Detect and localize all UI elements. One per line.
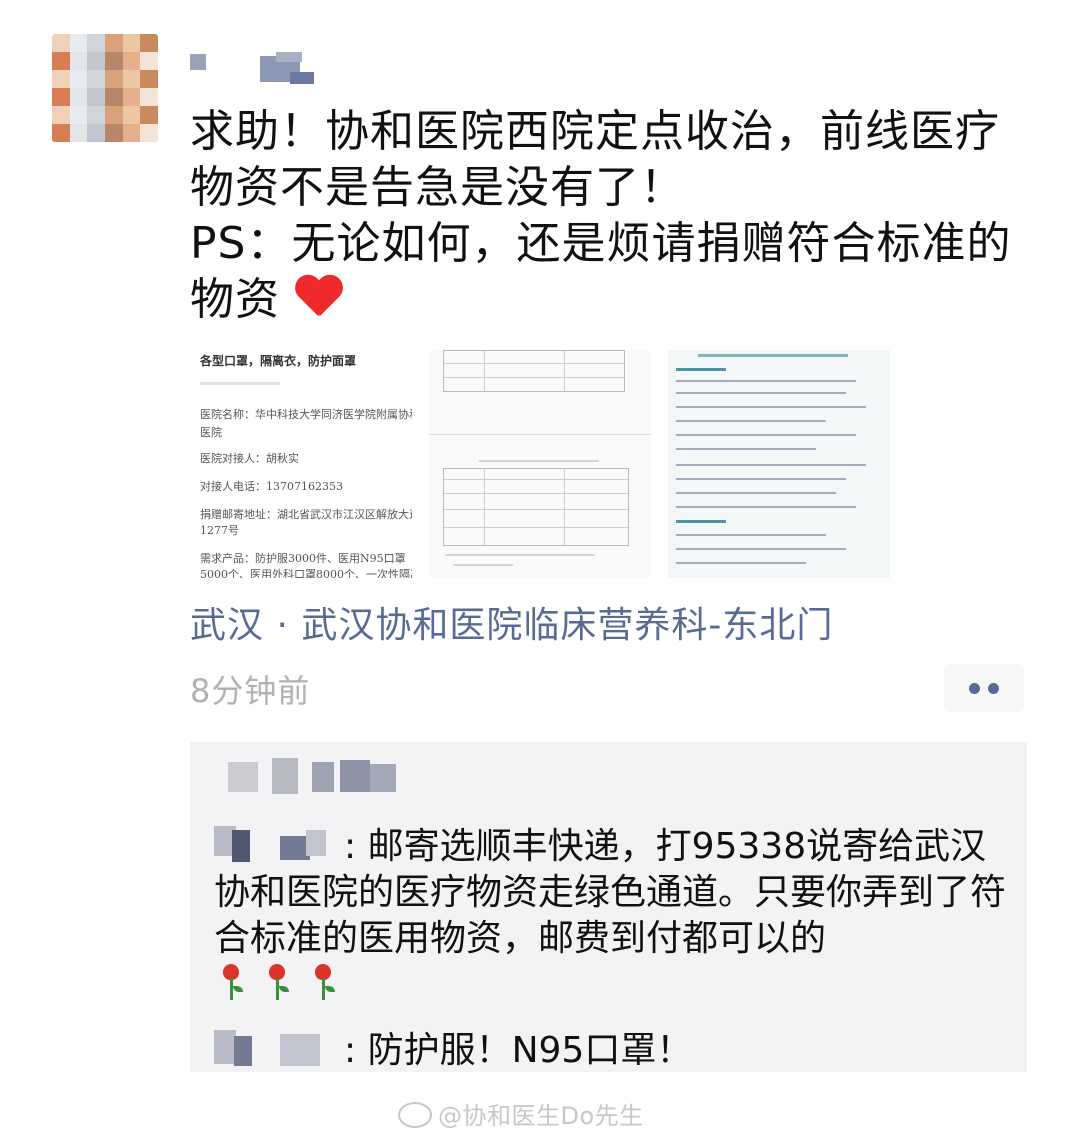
comment-item[interactable]: : 防护服！N95口罩！	[214, 1028, 1014, 1074]
image-thumbnail-english-doc[interactable]	[429, 350, 651, 578]
image-thumbnail-request-doc[interactable]: 各型口罩，隔离衣，防护面罩 医院名称：华中科技大学同济医学院附属协和 医院 医院…	[190, 350, 412, 578]
post-text: 求助！协和医院西院定点收治，前线医疗 物资不是告急是没有了！ PS：无论如何，还…	[190, 104, 1030, 328]
doc-needs-2: 5000个、医用外科口罩8000个、一次性隔离	[200, 568, 412, 578]
comment-colon: :	[344, 1030, 368, 1071]
red-heart-icon	[294, 276, 342, 320]
weibo-watermark: @协和医生Do先生	[398, 1096, 644, 1131]
comment-item[interactable]: : 邮寄选顺丰快递，打95338说寄给武汉协和医院的医疗物资走绿色通道。只要你弄…	[214, 824, 1014, 1008]
location-link[interactable]: 武汉 · 武汉协和医院临床营养科-东北门	[190, 596, 833, 648]
doc-address-2: 1277号	[200, 524, 239, 537]
comment-text: 防护服！N95口罩！	[367, 1030, 693, 1071]
doc-needs: 需求产品：防护服3000件、医用N95口罩	[200, 552, 406, 565]
nickname-pixelated[interactable]	[190, 50, 330, 84]
comment-colon: :	[344, 826, 368, 867]
doc-contact: 医院对接人：胡秋实	[200, 452, 299, 465]
image-thumbnail-contact-doc[interactable]	[668, 350, 890, 578]
rose-icon	[306, 962, 340, 1002]
commenter-name-pixelated[interactable]	[214, 826, 340, 862]
rose-icon	[214, 962, 248, 1002]
weibo-logo-icon	[398, 1102, 432, 1128]
doc-hospital: 医院名称：华中科技大学同济医学院附属协和	[200, 408, 412, 421]
comments-section: : 邮寄选顺丰快递，打95338说寄给武汉协和医院的医疗物资走绿色通道。只要你弄…	[190, 742, 1027, 1072]
watermark-text: @协和医生Do先生	[438, 1102, 644, 1130]
avatar[interactable]	[52, 34, 158, 142]
doc-address: 捐赠邮寄地址：湖北省武汉市江汉区解放大道	[200, 508, 412, 521]
more-actions-button[interactable]	[944, 664, 1024, 712]
dot-icon	[969, 682, 980, 694]
image-grid: 各型口罩，隔离衣，防护面罩 医院名称：华中科技大学同济医学院附属协和 医院 医院…	[190, 350, 890, 578]
doc-title: 各型口罩，隔离衣，防护面罩	[200, 354, 357, 368]
doc-phone: 对接人电话：13707162353	[200, 480, 343, 493]
dot-icon	[988, 682, 999, 694]
likes-row-pixelated	[208, 758, 408, 798]
commenter-name-pixelated[interactable]	[214, 1030, 340, 1066]
rose-icon	[260, 962, 294, 1002]
doc-hospital-2: 医院	[200, 426, 222, 439]
post-timestamp: 8分钟前	[190, 672, 311, 710]
